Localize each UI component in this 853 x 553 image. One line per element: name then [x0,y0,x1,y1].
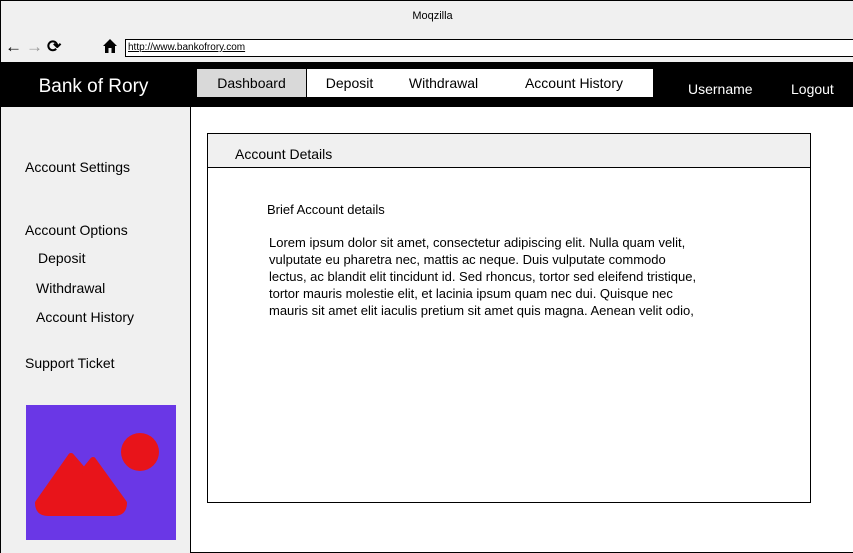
logout-link[interactable]: Logout [791,63,834,115]
card-body-text: Lorem ipsum dolor sit amet, consectetur … [269,235,697,318]
home-icon[interactable] [102,38,118,59]
sidebar-heading-account-options: Account Options [25,222,128,238]
reload-icon[interactable]: ⟳ [47,37,61,57]
sidebar-item-account-settings[interactable]: Account Settings [25,159,130,175]
forward-arrow-icon[interactable]: → [26,37,43,57]
brand-name: Bank of Rory [38,76,149,97]
tab-withdrawal[interactable]: Withdrawal [392,69,495,97]
browser-window: Moqzilla ← → ⟳ http://www.bankofrory.com… [0,0,853,553]
top-navbar: Bank of Rory Dashboard Deposit Withdrawa… [1,63,853,107]
sidebar-item-support-ticket[interactable]: Support Ticket [25,355,115,371]
card-title: Account Details [208,134,810,168]
window-title: Moqzilla [1,1,853,31]
image-placeholder-icon [35,433,159,516]
account-details-card: Account Details Brief Account details Lo… [207,133,811,503]
card-subtitle: Brief Account details [267,202,385,217]
url-input[interactable]: http://www.bankofrory.com [125,39,853,57]
sidebar-item-account-history[interactable]: Account History [36,309,134,325]
sidebar: Account Settings Account Options Deposit… [1,107,191,553]
url-text[interactable]: http://www.bankofrory.com [128,42,245,53]
home-icon-glyph [103,39,117,53]
sidebar-item-deposit[interactable]: Deposit [38,250,85,266]
back-arrow-icon[interactable]: ← [5,37,22,57]
tab-account-history[interactable]: Account History [495,69,653,97]
tab-deposit[interactable]: Deposit [307,69,392,97]
image-placeholder [26,405,176,540]
tab-dashboard[interactable]: Dashboard [197,69,307,97]
sidebar-item-withdrawal[interactable]: Withdrawal [36,280,105,296]
main-tabs: Dashboard Deposit Withdrawal Account His… [197,69,653,97]
username-link[interactable]: Username [688,63,753,115]
address-bar: ← → ⟳ http://www.bankofrory.com [1,31,853,63]
